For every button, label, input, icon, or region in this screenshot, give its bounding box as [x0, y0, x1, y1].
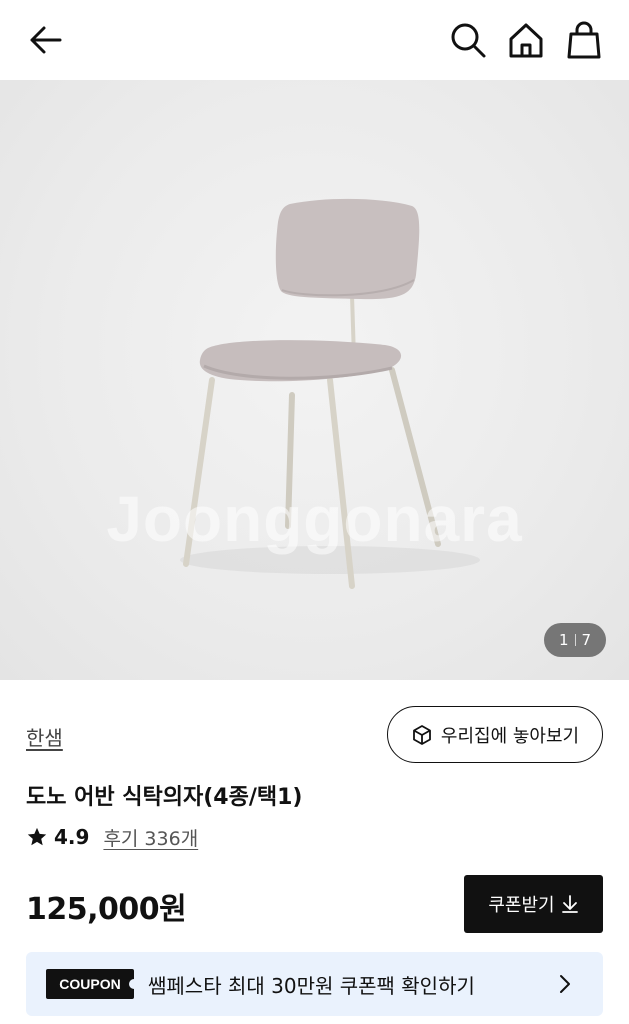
back-button[interactable] [24, 18, 68, 62]
image-counter: 1 7 [544, 623, 606, 657]
product-price: 125,000원 [26, 892, 187, 927]
product-image-chair [180, 198, 480, 589]
coupon-banner-text: 쌤페스타 최대 30만원 쿠폰팩 확인하기 [148, 973, 475, 998]
get-coupon-label: 쿠폰받기 [488, 895, 555, 916]
product-image-gallery[interactable]: Joonggonara 1 7 [0, 80, 629, 680]
coupon-tag: COUPON [46, 969, 139, 999]
image-counter-current: 1 [558, 631, 569, 649]
counter-divider [574, 634, 576, 646]
coupon-notch [129, 979, 139, 989]
home-icon [509, 23, 543, 58]
get-coupon-button[interactable]: 쿠폰받기 [464, 875, 603, 933]
view-in-room-label: 우리집에 놓아보기 [440, 725, 580, 747]
home-button[interactable] [504, 18, 548, 62]
shopping-bag-icon [567, 21, 601, 59]
star-icon [27, 827, 47, 846]
3d-box-icon [412, 724, 431, 745]
rating-value: 4.9 [54, 825, 90, 849]
coupon-tag-label: COUPON [59, 976, 121, 992]
image-counter-total: 7 [581, 631, 592, 649]
search-icon [451, 23, 486, 58]
cart-button[interactable] [562, 18, 606, 62]
coupon-pack-banner[interactable]: COUPON 쌤페스타 최대 30만원 쿠폰팩 확인하기 [26, 952, 603, 1016]
brand-link[interactable]: 한샘 [26, 722, 63, 751]
view-in-room-button[interactable]: 우리집에 놓아보기 [387, 706, 603, 763]
arrow-left-icon [30, 26, 62, 54]
product-title: 도노 어반 식탁의자(4종/택1) [26, 785, 303, 810]
review-count-link[interactable]: 후기 336개 [103, 824, 198, 851]
top-navigation-bar [0, 0, 629, 80]
search-button[interactable] [446, 18, 490, 62]
download-icon [561, 895, 578, 913]
chevron-right-icon [560, 975, 570, 993]
image-watermark: Joonggonara [106, 483, 523, 555]
rating-row: 4.9 후기 336개 [26, 822, 198, 852]
